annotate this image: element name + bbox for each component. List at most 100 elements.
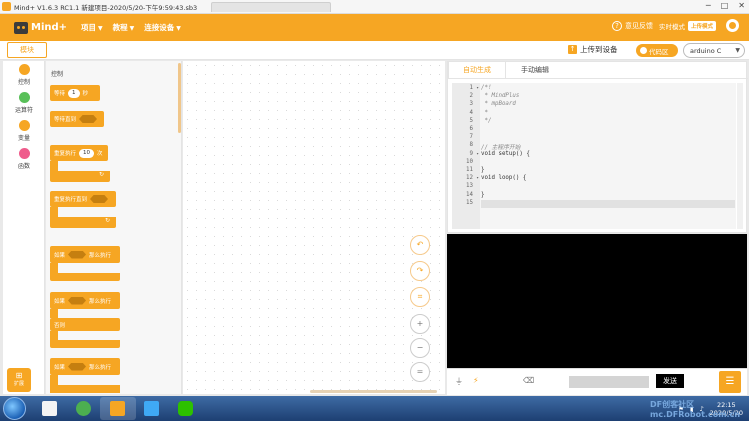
usb-icon[interactable]: ⏚ (455, 376, 463, 387)
send-button[interactable]: 发送 (656, 374, 684, 388)
block-repeat-until[interactable]: 重复执行直到 (50, 191, 116, 207)
line-number: 12 ▾ (466, 175, 479, 182)
taskbar-mindplus[interactable] (100, 397, 136, 420)
mode-switch[interactable]: 实时模式 上传模式 (659, 20, 716, 31)
fold-icon[interactable]: ▾ (476, 176, 479, 181)
taskbar-wechat[interactable] (168, 397, 204, 420)
cleanup-icon[interactable]: ⌗ (410, 287, 430, 307)
code-line[interactable]: */ (481, 118, 735, 126)
line-number: 2 (469, 93, 474, 100)
maximize-button[interactable]: □ (721, 1, 729, 10)
mode-upload[interactable]: 上传模式 (687, 20, 716, 31)
zoom-reset-icon[interactable]: = (410, 362, 430, 382)
window-title: Mind+ V1.6.3 RC1.1 新建项目-2020/5/20-下午9:59… (14, 3, 198, 12)
boolean-slot (90, 195, 109, 203)
repeat-loop-arrow-icon: ↻ (50, 217, 116, 228)
code-editor[interactable]: 1 ▾/*! 2 * MindPlus 3 * mpBoard 4 * 5 */ 6 7 8 //… (452, 83, 736, 229)
zoom-out-icon[interactable]: − (410, 338, 430, 358)
file-icon (42, 401, 57, 416)
tab-auto-generate[interactable]: 自动生成 (448, 62, 506, 78)
app-icon (2, 2, 11, 11)
block-wait-seconds[interactable]: 等待 1 秒 (50, 85, 100, 101)
code-area-toggle[interactable]: 代码区 (636, 44, 678, 57)
workspace-scrollbar[interactable] (310, 390, 437, 393)
extension-button[interactable]: ⊞ 扩展 (7, 368, 31, 392)
boolean-slot (68, 362, 87, 371)
code-line[interactable] (481, 183, 735, 191)
block-workspace[interactable] (183, 61, 445, 394)
code-line[interactable]: } (481, 167, 735, 175)
boolean-slot (68, 296, 87, 305)
code-line[interactable]: * MindPlus (481, 93, 735, 101)
category-control[interactable]: 控制 (3, 64, 45, 86)
mindplus-logo: Mind+ (14, 21, 68, 34)
line-number: 7 (469, 134, 474, 141)
chevron-down-icon: ▼ (98, 25, 103, 32)
redo-icon[interactable]: ↷ (410, 261, 430, 281)
mode-realtime[interactable]: 实时模式 (659, 21, 685, 31)
code-line[interactable]: void setup() { (481, 151, 735, 159)
undo-icon[interactable]: ↶ (410, 235, 430, 255)
code-line[interactable]: * (481, 110, 735, 118)
code-line[interactable] (481, 159, 735, 167)
logo-text: Mind+ (31, 22, 68, 33)
clear-output-icon[interactable]: ⌫ (523, 376, 534, 385)
menu-project[interactable]: 项目 ▼ (81, 22, 103, 33)
taskbar-explorer[interactable] (32, 397, 68, 420)
line-number: 9 ▾ (469, 150, 480, 157)
main-menu: 项目 ▼ 教程 ▼ 连接设备 ▼ (81, 22, 181, 33)
tab-strip: 模块 ↑ 上传到设备 代码区 arduino C ▼ (0, 41, 749, 60)
taskbar-browser[interactable] (66, 397, 102, 420)
menu-tutorial[interactable]: 教程 ▼ (113, 22, 135, 33)
code-line[interactable]: // 主程序开始 (481, 142, 735, 151)
serial-toolbar: ⏚ ⚡ ⌫ 发送 ☰ (447, 368, 747, 395)
boolean-slot (79, 115, 98, 123)
block-number-input[interactable]: 10 (79, 148, 95, 158)
zoom-in-icon[interactable]: + (410, 314, 430, 334)
code-line[interactable] (481, 134, 735, 142)
editor-scrollbar[interactable] (737, 83, 743, 229)
gear-icon[interactable] (726, 19, 739, 32)
category-functions-icon (18, 148, 30, 159)
category-variables-icon (18, 120, 30, 131)
serial-connect-icon[interactable]: ⚡ (473, 376, 479, 385)
tab-manual-edit[interactable]: 手动编辑 (506, 62, 564, 78)
block-if-then-2[interactable]: 如果 那么执行 (50, 358, 120, 375)
app-window: Mind+ V1.6.3 RC1.1 新建项目-2020/5/20-下午9:59… (0, 0, 749, 421)
block-repeat-times[interactable]: 重复执行 10 次 (50, 145, 108, 161)
block-wait-until[interactable]: 等待直到 (50, 111, 104, 127)
background-tab[interactable] (211, 1, 332, 12)
taskbar-player[interactable] (134, 397, 170, 420)
tab-module[interactable]: 模块 (7, 42, 47, 58)
board-select[interactable]: arduino C ▼ (683, 43, 745, 58)
category-operators[interactable]: 运算符 (3, 92, 45, 114)
mindplus-icon (110, 401, 125, 416)
toggle-dot-icon (640, 47, 647, 54)
code-line[interactable]: /*! (481, 85, 735, 93)
menu-connect-device[interactable]: 连接设备 ▼ (144, 22, 181, 33)
code-line[interactable]: * mpBoard (481, 101, 735, 109)
category-operators-icon (18, 92, 30, 103)
code-line[interactable] (481, 199, 735, 208)
close-button[interactable]: ✕ (738, 1, 745, 10)
question-icon: ? (611, 20, 622, 31)
upload-button[interactable]: ↑ 上传到设备 (568, 44, 618, 55)
serial-send-input[interactable] (569, 376, 649, 388)
code-line[interactable] (481, 126, 735, 134)
category-variables[interactable]: 变量 (3, 120, 45, 142)
upload-label: 上传到设备 (580, 45, 618, 54)
block-if-then-else[interactable]: 如果 那么执行 (50, 292, 120, 309)
minimize-button[interactable]: ─ (706, 1, 711, 10)
category-functions[interactable]: 函数 (3, 148, 45, 170)
start-button[interactable] (3, 397, 26, 420)
palette-scrollbar[interactable] (178, 63, 181, 133)
fold-icon[interactable]: ▾ (476, 86, 479, 91)
code-line[interactable]: } (481, 192, 735, 200)
block-number-input[interactable]: 1 (68, 88, 80, 98)
block-if-then[interactable]: 如果 那么执行 (50, 246, 120, 263)
fold-icon[interactable]: ▾ (476, 152, 479, 157)
code-line[interactable]: void loop() { (481, 175, 735, 183)
browser-icon (76, 401, 91, 416)
serial-menu-icon[interactable]: ☰ (719, 371, 741, 393)
feedback-button[interactable]: ? 意见反馈 (611, 20, 653, 31)
